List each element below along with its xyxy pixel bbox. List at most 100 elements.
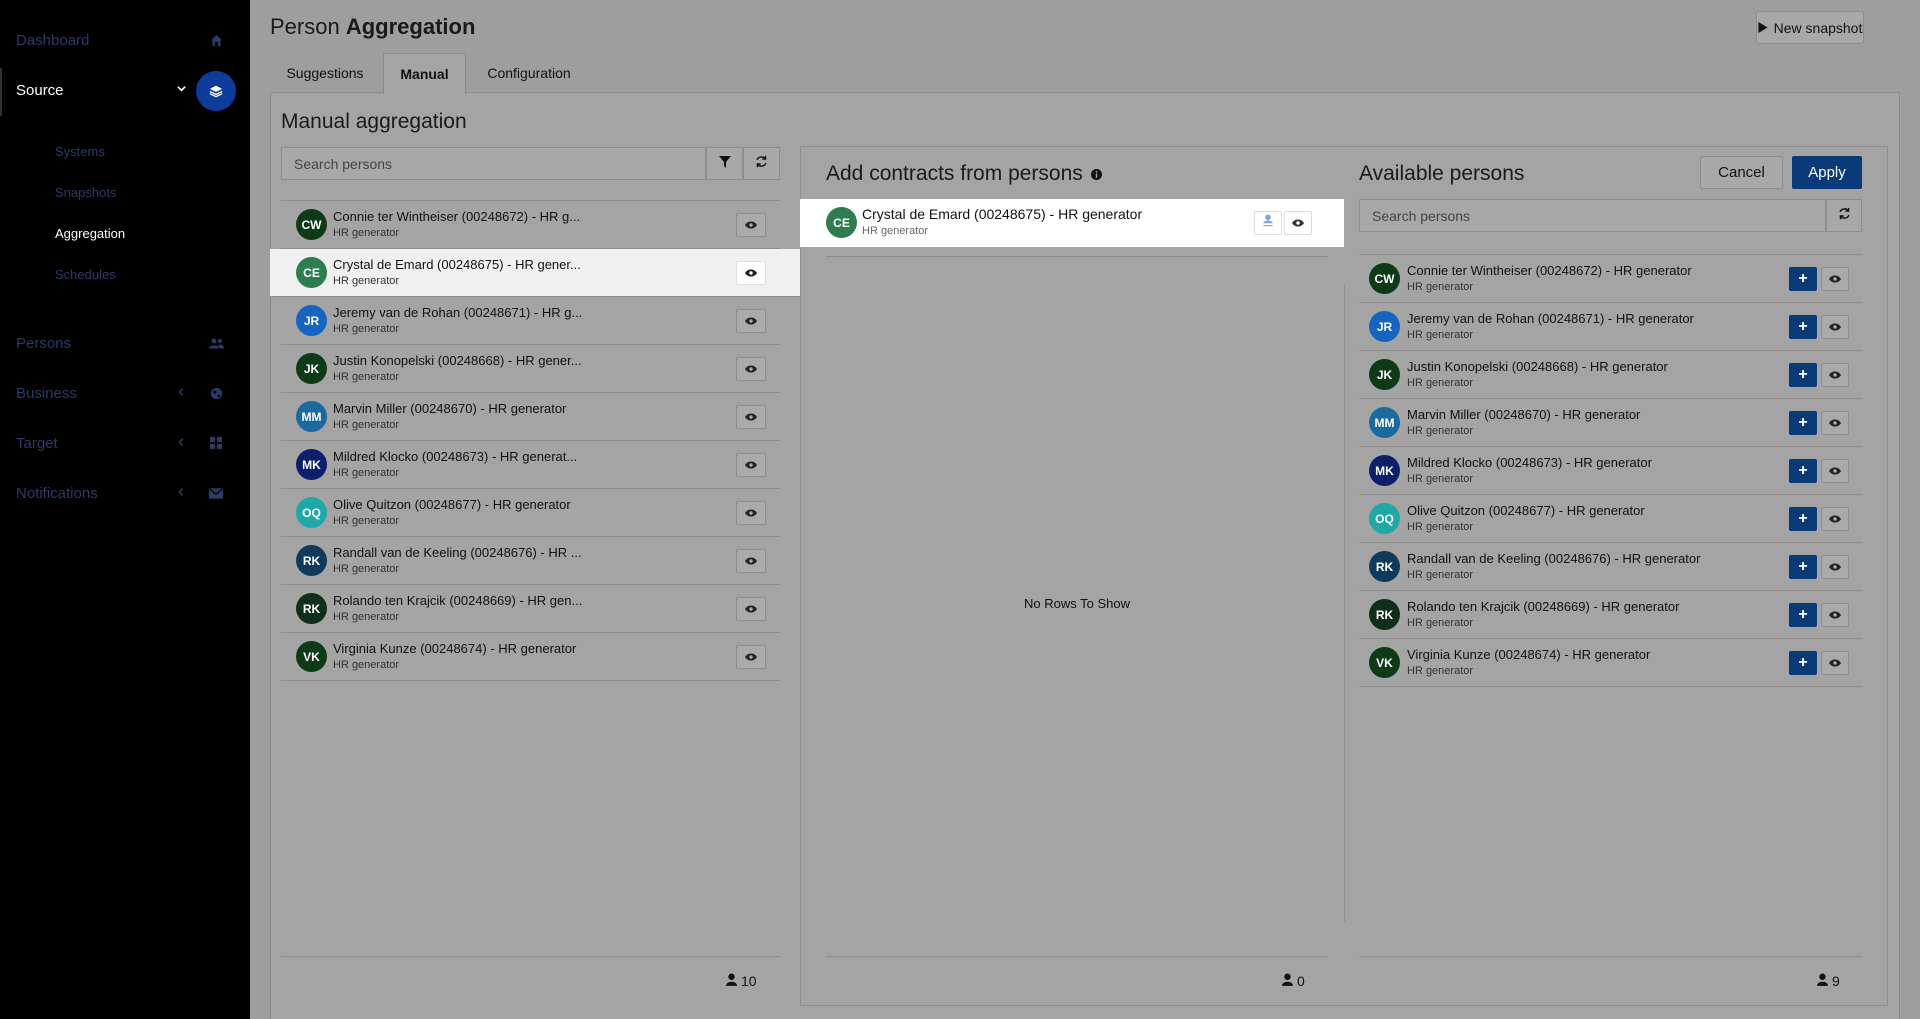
view-button[interactable] (736, 453, 766, 477)
list-item[interactable]: JR Jeremy van de Rohan (00248671) - HR ge… (1359, 303, 1862, 351)
eye-icon (745, 648, 757, 666)
list-item[interactable]: MM Marvin Miller (00248670) - HR generato… (1359, 399, 1862, 447)
view-button[interactable] (1821, 411, 1849, 435)
add-person-button[interactable]: + (1789, 603, 1817, 627)
left-count: 10 (726, 973, 757, 989)
tab-configuration[interactable]: Configuration (474, 53, 584, 93)
list-item[interactable]: JK Justin Konopelski (00248668) - HR gene… (281, 345, 780, 393)
list-item[interactable]: OQ Olive Quitzon (00248677) - HR generato… (281, 489, 780, 537)
person-name: Virginia Kunze (00248674) - HR generator (333, 641, 577, 656)
view-button[interactable] (736, 405, 766, 429)
list-item[interactable]: CW Connie ter Wintheiser (00248672) - HR … (1359, 255, 1862, 303)
add-person-button[interactable]: + (1789, 459, 1817, 483)
selected-person-row[interactable]: CE Crystal de Emard (00248675) - HR gene… (800, 199, 1344, 247)
search-input[interactable]: Search persons (281, 147, 706, 180)
view-button[interactable] (1821, 555, 1849, 579)
view-button[interactable] (1821, 651, 1849, 675)
avatar: MM (1369, 407, 1400, 438)
add-person-button[interactable]: + (1789, 315, 1817, 339)
eye-icon (1829, 510, 1841, 528)
filter-button[interactable] (706, 147, 743, 180)
info-icon[interactable] (1090, 162, 1102, 186)
cancel-button[interactable]: Cancel (1700, 156, 1783, 189)
sidebar-item-persons[interactable]: Persons (0, 323, 250, 363)
person-name: Marvin Miller (00248670) - HR generator (1407, 407, 1641, 422)
list-item[interactable]: MM Marvin Miller (00248670) - HR generato… (281, 393, 780, 441)
person-name: Rolando ten Krajcik (00248669) - HR gene… (1407, 599, 1680, 614)
available-search-input[interactable]: Search persons (1359, 199, 1826, 232)
person-name: Justin Konopelski (00248668) - HR genera… (1407, 359, 1668, 374)
sidebar-item-label: Target (16, 434, 58, 452)
avatar: JK (296, 353, 327, 384)
person-source: HR generator (333, 419, 400, 431)
list-item[interactable]: CW Connie ter Wintheiser (00248672) - HR … (281, 201, 780, 249)
avatar: JR (296, 305, 327, 336)
available-refresh-button[interactable] (1826, 199, 1862, 232)
add-person-button[interactable]: + (1789, 507, 1817, 531)
eye-icon (1829, 462, 1841, 480)
list-item[interactable]: RK Rolando ten Krajcik (00248669) - HR ge… (1359, 591, 1862, 639)
view-button[interactable] (1821, 363, 1849, 387)
refresh-button[interactable] (743, 147, 780, 180)
list-item[interactable]: RK Rolando ten Krajcik (00248669) - HR ge… (281, 585, 780, 633)
sidebar-item-label: Persons (16, 334, 72, 352)
list-item[interactable]: CE Crystal de Emard (00248675) - HR gener… (270, 249, 800, 297)
tab-suggestions[interactable]: Suggestions (270, 53, 380, 93)
list-item[interactable]: RK Randall van de Keeling (00248676) - HR… (281, 537, 780, 585)
list-item[interactable]: VK Virginia Kunze (00248674) - HR generat… (1359, 639, 1862, 687)
avatar: MK (1369, 455, 1400, 486)
apply-button[interactable]: Apply (1792, 156, 1862, 189)
sidebar-item-dashboard[interactable]: Dashboard (0, 20, 250, 60)
view-button[interactable] (1284, 211, 1312, 235)
view-button[interactable] (1821, 459, 1849, 483)
view-button[interactable] (1821, 507, 1849, 531)
add-person-button[interactable]: + (1789, 411, 1817, 435)
eye-icon (1292, 214, 1304, 232)
sidebar-sub-aggregation[interactable]: Aggregation (55, 226, 125, 241)
view-button[interactable] (736, 501, 766, 525)
sidebar-item-business[interactable]: Business (0, 373, 250, 413)
primary-person-button[interactable] (1254, 211, 1282, 235)
avatar: CE (826, 207, 857, 238)
person-name: Rolando ten Krajcik (00248669) - HR gen.… (333, 593, 583, 608)
add-person-button[interactable]: + (1789, 363, 1817, 387)
sidebar-item-target[interactable]: Target (0, 423, 250, 463)
eye-icon (1829, 366, 1841, 384)
filter-icon (718, 155, 731, 173)
tab-manual[interactable]: Manual (383, 53, 466, 94)
page-title-prefix: Person (270, 14, 340, 39)
view-button[interactable] (736, 549, 766, 573)
view-button[interactable] (1821, 315, 1849, 339)
eye-icon (1829, 654, 1841, 672)
view-button[interactable] (1821, 267, 1849, 291)
sidebar-sub-snapshots[interactable]: Snapshots (55, 185, 116, 200)
view-button[interactable] (736, 309, 766, 333)
view-button[interactable] (736, 357, 766, 381)
list-item[interactable]: JR Jeremy van de Rohan (00248671) - HR g.… (281, 297, 780, 345)
new-snapshot-button[interactable]: New snapshot (1756, 11, 1864, 44)
view-button[interactable] (736, 213, 766, 237)
view-button[interactable] (1821, 603, 1849, 627)
list-item[interactable]: MK Mildred Klocko (00248673) - HR generat… (281, 441, 780, 489)
eye-icon (745, 312, 757, 330)
sidebar-sub-schedules[interactable]: Schedules (55, 267, 116, 282)
left-count-value: 10 (741, 973, 757, 989)
list-item[interactable]: JK Justin Konopelski (00248668) - HR gene… (1359, 351, 1862, 399)
list-item[interactable]: VK Virginia Kunze (00248674) - HR generat… (281, 633, 780, 681)
view-button[interactable] (736, 261, 766, 285)
plus-icon: + (1798, 558, 1808, 575)
sidebar-item-label: Dashboard (16, 31, 90, 49)
globe-icon (208, 385, 224, 401)
add-person-button[interactable]: + (1789, 267, 1817, 291)
add-person-button[interactable]: + (1789, 651, 1817, 675)
view-button[interactable] (736, 645, 766, 669)
list-item[interactable]: MK Mildred Klocko (00248673) - HR generat… (1359, 447, 1862, 495)
sidebar-sub-systems[interactable]: Systems (55, 144, 105, 159)
list-item[interactable]: RK Randall van de Keeling (00248676) - HR… (1359, 543, 1862, 591)
sidebar-item-notifications[interactable]: Notifications (0, 473, 250, 513)
add-person-button[interactable]: + (1789, 555, 1817, 579)
grid-icon (208, 435, 224, 451)
view-button[interactable] (736, 597, 766, 621)
avatar: VK (1369, 647, 1400, 678)
list-item[interactable]: OQ Olive Quitzon (00248677) - HR generato… (1359, 495, 1862, 543)
